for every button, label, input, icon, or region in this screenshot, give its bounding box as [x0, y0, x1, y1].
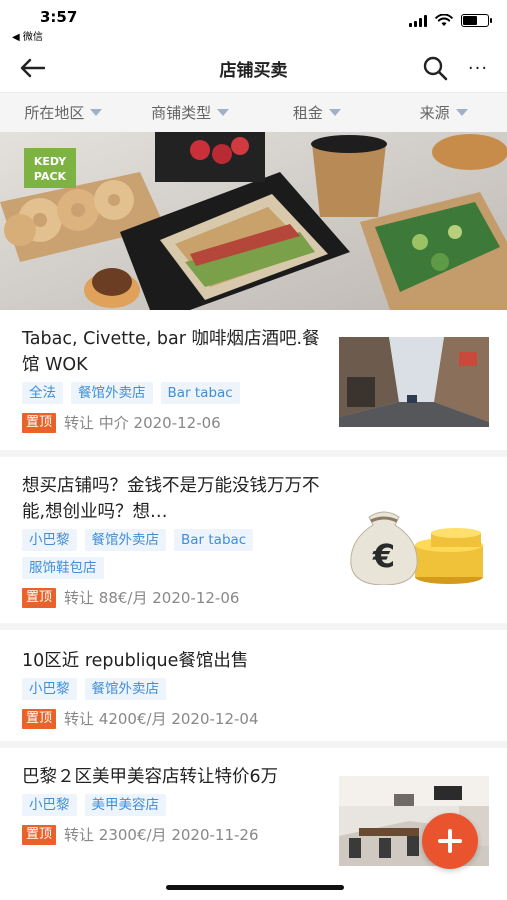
banner-logo-text: PACK [34, 170, 67, 183]
back-button[interactable] [18, 54, 48, 82]
pinned-badge: 置顶 [22, 708, 57, 729]
listing-title: 巴黎２区美甲美容店转让特价6万 [22, 767, 279, 787]
money-bag-image: € [339, 495, 489, 585]
filter-region[interactable]: 所在地区 [0, 102, 127, 123]
add-listing-button[interactable] [422, 813, 478, 869]
listing-tags: 全法 餐馆外卖店 Bar tabac [22, 382, 322, 404]
filter-label: 所在地区 [24, 104, 85, 122]
filter-source[interactable]: 来源 [380, 102, 507, 123]
home-indicator[interactable] [166, 885, 344, 890]
listing-item[interactable]: 想买店铺吗？金钱不是万能没钱万万不能,想创业吗？想… 小巴黎 餐馆外卖店 Bar… [0, 457, 507, 630]
caret-down-icon [217, 109, 230, 116]
status-bar: 3:57 ◀ 微信 [0, 0, 507, 44]
pinned-badge: 置顶 [22, 412, 57, 433]
listing-tag[interactable]: 小巴黎 [22, 794, 77, 816]
euro-symbol: € [372, 537, 395, 575]
listing-tag[interactable]: Bar tabac [160, 382, 240, 404]
listing-tag[interactable]: 服饰鞋包店 [22, 557, 104, 579]
caret-down-icon [328, 109, 341, 116]
listing-meta: 转让 88€/月 2020-12-06 [64, 589, 240, 607]
listing-tag[interactable]: 全法 [22, 382, 63, 404]
listing-meta: 转让 4200€/月 2020-12-04 [64, 710, 259, 728]
status-time: 3:57 [40, 8, 78, 26]
filter-label: 租金 [292, 104, 323, 122]
listing-tag[interactable]: 小巴黎 [22, 678, 77, 700]
more-button[interactable]: ··· [463, 54, 493, 82]
listing-tag[interactable]: Bar tabac [174, 529, 254, 551]
listing-tag[interactable]: 餐馆外卖店 [84, 529, 166, 551]
listing-item[interactable]: Tabac, Civette, bar 咖啡烟店酒吧.餐馆 WOK 全法 餐馆外… [0, 310, 507, 457]
banner-logo-text: KEDY [34, 155, 67, 168]
plus-icon [438, 829, 462, 853]
listing-tag[interactable]: 餐馆外卖店 [71, 382, 153, 404]
listing-item[interactable]: 10区近 republique餐馆出售 小巴黎 餐馆外卖店 置顶 转让 4200… [0, 630, 507, 748]
listing-title: 10区近 republique餐馆出售 [22, 651, 249, 671]
caret-down-icon [455, 109, 468, 116]
arrow-left-icon [20, 58, 46, 78]
listing-meta: 转让 2300€/月 2020-11-26 [64, 826, 259, 844]
listing-meta: 转让 中介 2020-12-06 [64, 414, 221, 432]
listing-tag[interactable]: 美甲美容店 [84, 794, 166, 816]
wifi-icon [435, 14, 453, 26]
cellular-signal-icon [409, 14, 427, 27]
listing-title: Tabac, Civette, bar 咖啡烟店酒吧.餐馆 WOK [22, 329, 320, 375]
listing-title: 想买店铺吗？金钱不是万能没钱万万不能,想创业吗？想… [22, 476, 320, 522]
search-icon [423, 56, 448, 81]
filter-bar: 所在地区 商铺类型 租金 来源 [0, 92, 507, 132]
battery-icon [461, 14, 492, 27]
listing-tag[interactable]: 小巴黎 [22, 529, 77, 551]
banner-ad[interactable]: KEDY PACK [0, 132, 507, 310]
search-button[interactable] [421, 54, 449, 82]
listing-thumbnail [339, 337, 489, 427]
nav-bar: 店铺买卖 ··· [0, 44, 507, 92]
listing-tags: 小巴黎 美甲美容店 [22, 794, 322, 816]
more-icon: ··· [467, 57, 489, 79]
filter-rent[interactable]: 租金 [254, 102, 381, 123]
listing-thumbnail: € [339, 495, 489, 585]
caret-down-icon [90, 109, 103, 116]
back-to-app-link[interactable]: ◀ 微信 [12, 28, 43, 43]
listing-tags: 小巴黎 餐馆外卖店 [22, 678, 482, 700]
banner-food-packaging-image: KEDY PACK [0, 132, 507, 310]
street-photo-image [339, 337, 489, 427]
status-icons [409, 14, 492, 27]
pinned-badge: 置顶 [22, 587, 57, 608]
battery-level [463, 16, 478, 25]
filter-shop-type[interactable]: 商铺类型 [127, 102, 254, 123]
listing-list: Tabac, Civette, bar 咖啡烟店酒吧.餐馆 WOK 全法 餐馆外… [0, 310, 507, 898]
listing-tag[interactable]: 餐馆外卖店 [84, 678, 166, 700]
filter-label: 来源 [419, 104, 450, 122]
listing-tags: 小巴黎 餐馆外卖店 Bar tabac 服饰鞋包店 [22, 529, 330, 579]
pinned-badge: 置顶 [22, 824, 57, 845]
filter-label: 商铺类型 [151, 104, 212, 122]
